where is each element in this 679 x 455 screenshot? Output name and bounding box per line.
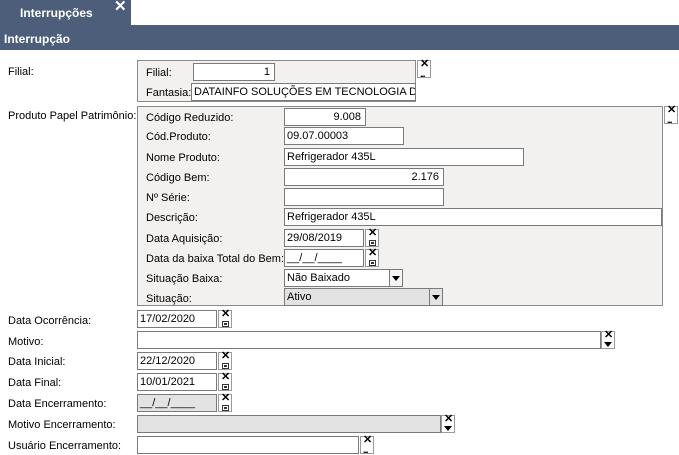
tab-interrupcoes[interactable]: Interrupções ✕ [0, 0, 131, 25]
data-ocorrencia-input[interactable]: 17/02/2020 [137, 310, 217, 328]
data-encerramento-picker[interactable]: ✕ [218, 393, 232, 412]
motivo-encerramento-dropdown[interactable]: ✕ [441, 414, 455, 433]
chevron-down-icon[interactable] [444, 426, 452, 431]
motivo-dropdown[interactable]: ✕ [601, 330, 615, 349]
codigo-reduzido-input[interactable]: 9.008 [284, 108, 366, 126]
data-inicial-input[interactable]: 22/12/2020 [137, 352, 217, 370]
data-aquisicao-label: Data Aquisição: [146, 233, 223, 245]
situacao-label: Situação: [146, 293, 192, 305]
data-final-label: Data Final: [8, 377, 62, 389]
lookup-icon[interactable]: ... [363, 446, 368, 455]
numero-serie-label: Nº Série: [146, 192, 190, 204]
calendar-icon[interactable] [222, 363, 229, 369]
data-final-picker[interactable]: ✕ [218, 372, 232, 391]
fantasia-label: Fantasia: [146, 87, 192, 99]
filial-input[interactable]: 1 [193, 63, 275, 81]
cod-produto-label: Cód.Produto: [146, 131, 211, 143]
data-inicial-picker[interactable]: ✕ [218, 351, 232, 370]
data-aquisicao-picker[interactable]: ✕ [365, 228, 379, 247]
filial-label: Filial: [146, 67, 172, 79]
calendar-icon[interactable] [369, 260, 376, 266]
filial-group: Filial: 1 Fantasia: DATAINFO SOLUÇÕES EM… [137, 60, 416, 102]
data-final-input[interactable]: 10/01/2021 [137, 373, 217, 391]
clear-icon[interactable]: ✕ [221, 309, 230, 320]
nome-produto-input[interactable]: Refrigerador 435L [284, 148, 524, 166]
produto-section-label: Produto Papel Patrimônio: [8, 110, 137, 122]
data-encerramento-input[interactable]: __/__/____ [137, 394, 217, 412]
motivo-encerramento-input[interactable] [137, 415, 441, 433]
filial-section-label: Filial: [8, 66, 34, 78]
filial-lookup-button[interactable]: ✕ ... [417, 59, 431, 79]
situacao-baixa-select[interactable]: Não Baixado [284, 269, 390, 287]
produto-lookup-button[interactable]: ✕ ... [664, 105, 678, 125]
descricao-input[interactable]: Refrigerador 435L [284, 208, 662, 226]
clear-icon[interactable]: ✕ [221, 372, 230, 383]
motivo-encerramento-label: Motivo Encerramento: [8, 419, 116, 431]
fantasia-input[interactable]: DATAINFO SOLUÇÕES EM TECNOLOGIA DA II [191, 83, 416, 101]
page-title: Interrupção [4, 32, 71, 46]
data-baixa-picker[interactable]: ✕ [365, 248, 379, 267]
clear-icon[interactable]: ✕ [444, 414, 453, 425]
data-baixa-label: Data da baixa Total do Bem: [146, 253, 284, 265]
calendar-icon[interactable] [369, 240, 376, 246]
calendar-icon[interactable] [222, 384, 229, 390]
motivo-label: Motivo: [8, 336, 44, 348]
chevron-down-icon[interactable] [604, 342, 612, 347]
codigo-bem-input[interactable]: 2.176 [284, 168, 444, 186]
codigo-reduzido-label: Código Reduzido: [146, 112, 234, 124]
calendar-icon[interactable] [222, 405, 229, 411]
lookup-icon[interactable]: ... [420, 70, 425, 79]
numero-serie-input[interactable] [284, 188, 444, 206]
data-baixa-input[interactable]: __/__/____ [284, 249, 364, 267]
data-aquisicao-input[interactable]: 29/08/2019 [284, 229, 364, 247]
data-encerramento-label: Data Encerramento: [8, 398, 107, 410]
calendar-icon[interactable] [222, 321, 229, 327]
lookup-icon[interactable]: ... [667, 116, 672, 125]
motivo-input[interactable] [137, 331, 601, 349]
descricao-label: Descrição: [146, 212, 198, 224]
clear-icon[interactable]: ✕ [221, 351, 230, 362]
chevron-down-icon[interactable] [389, 269, 403, 287]
clear-icon[interactable]: ✕ [604, 330, 613, 341]
tab-label: Interrupções [20, 6, 93, 20]
nome-produto-label: Nome Produto: [146, 152, 220, 164]
usuario-encerramento-input[interactable] [137, 436, 359, 454]
data-ocorrencia-label: Data Ocorrência: [8, 315, 92, 327]
usuario-encerramento-label: Usuário Encerramento: [8, 440, 122, 452]
clear-icon[interactable]: ✕ [368, 228, 377, 239]
chevron-down-icon[interactable] [429, 288, 443, 306]
data-ocorrencia-picker[interactable]: ✕ [218, 309, 232, 328]
data-inicial-label: Data Inicial: [8, 356, 66, 368]
close-icon[interactable]: ✕ [114, 0, 127, 14]
situacao-select[interactable]: Ativo [284, 288, 430, 306]
cod-produto-input[interactable]: 09.07.00003 [284, 127, 404, 145]
clear-icon[interactable]: ✕ [368, 248, 377, 259]
clear-icon[interactable]: ✕ [221, 393, 230, 404]
situacao-baixa-label: Situação Baixa: [146, 273, 223, 285]
usuario-encerramento-lookup[interactable]: ✕ ... [360, 435, 374, 455]
produto-group: Código Reduzido: 9.008 Cód.Produto: 09.0… [137, 106, 663, 306]
tab-bar: Interrupções ✕ [0, 0, 679, 25]
section-header: Interrupção [0, 25, 679, 50]
codigo-bem-label: Código Bem: [146, 172, 210, 184]
